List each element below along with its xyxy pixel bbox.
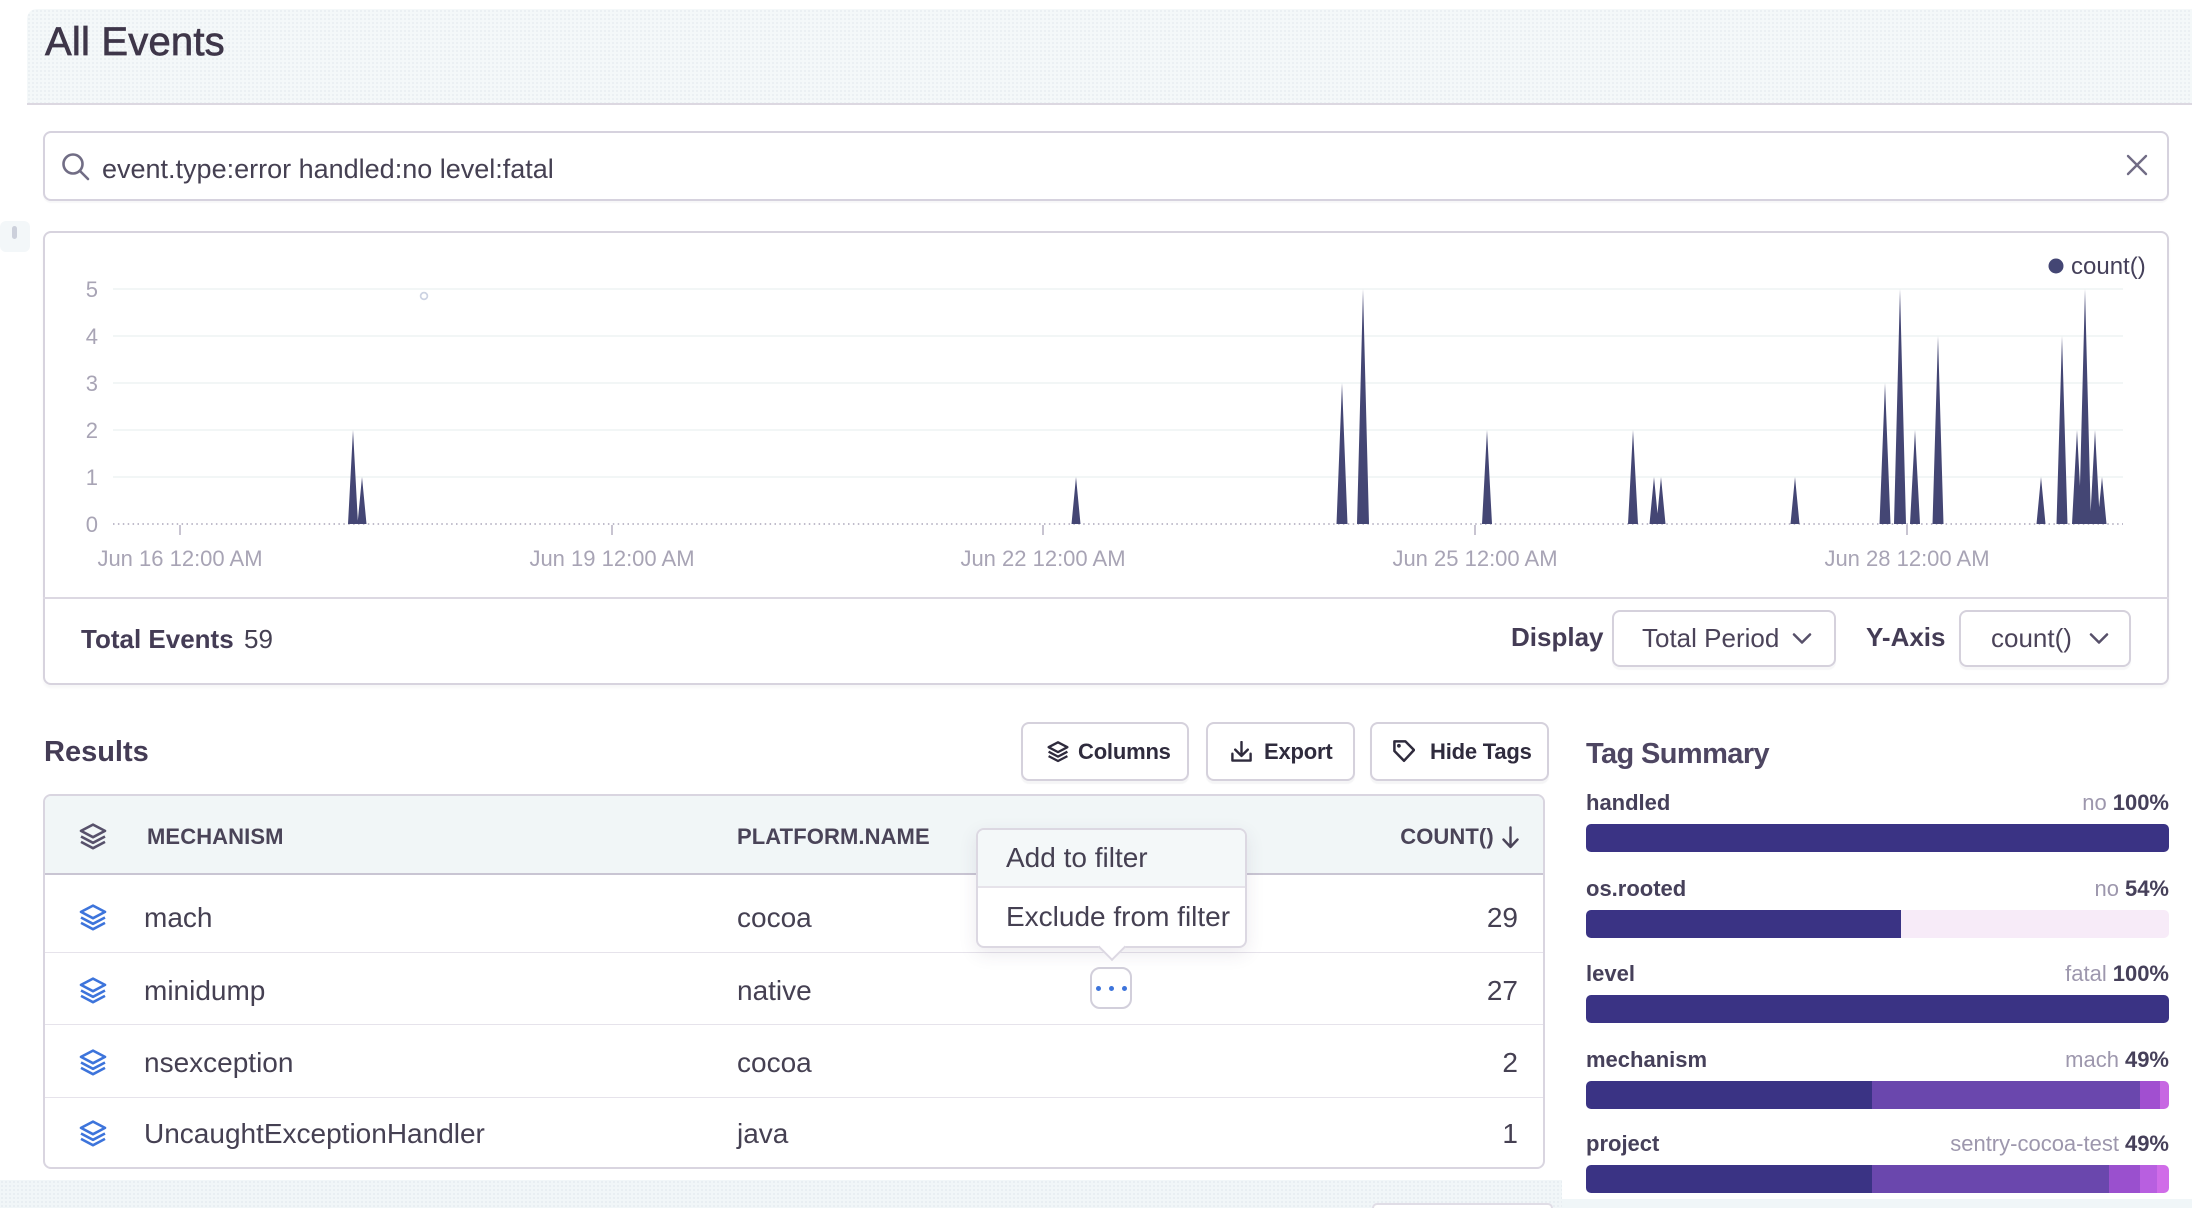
svg-text:Jun 28 12:00 AM: Jun 28 12:00 AM — [1824, 546, 1989, 571]
svg-text:count(): count() — [2071, 253, 2146, 280]
svg-text:Jun 22 12:00 AM: Jun 22 12:00 AM — [960, 546, 1125, 571]
svg-text:Jun 25 12:00 AM: Jun 25 12:00 AM — [1392, 546, 1557, 571]
svg-text:0: 0 — [86, 512, 98, 537]
svg-text:2: 2 — [86, 418, 98, 443]
svg-text:4: 4 — [86, 324, 98, 349]
svg-text:3: 3 — [86, 371, 98, 396]
svg-text:1: 1 — [86, 465, 98, 490]
svg-text:Jun 19 12:00 AM: Jun 19 12:00 AM — [529, 546, 694, 571]
svg-text:Jun 16 12:00 AM: Jun 16 12:00 AM — [97, 546, 262, 571]
svg-text:5: 5 — [86, 277, 98, 302]
